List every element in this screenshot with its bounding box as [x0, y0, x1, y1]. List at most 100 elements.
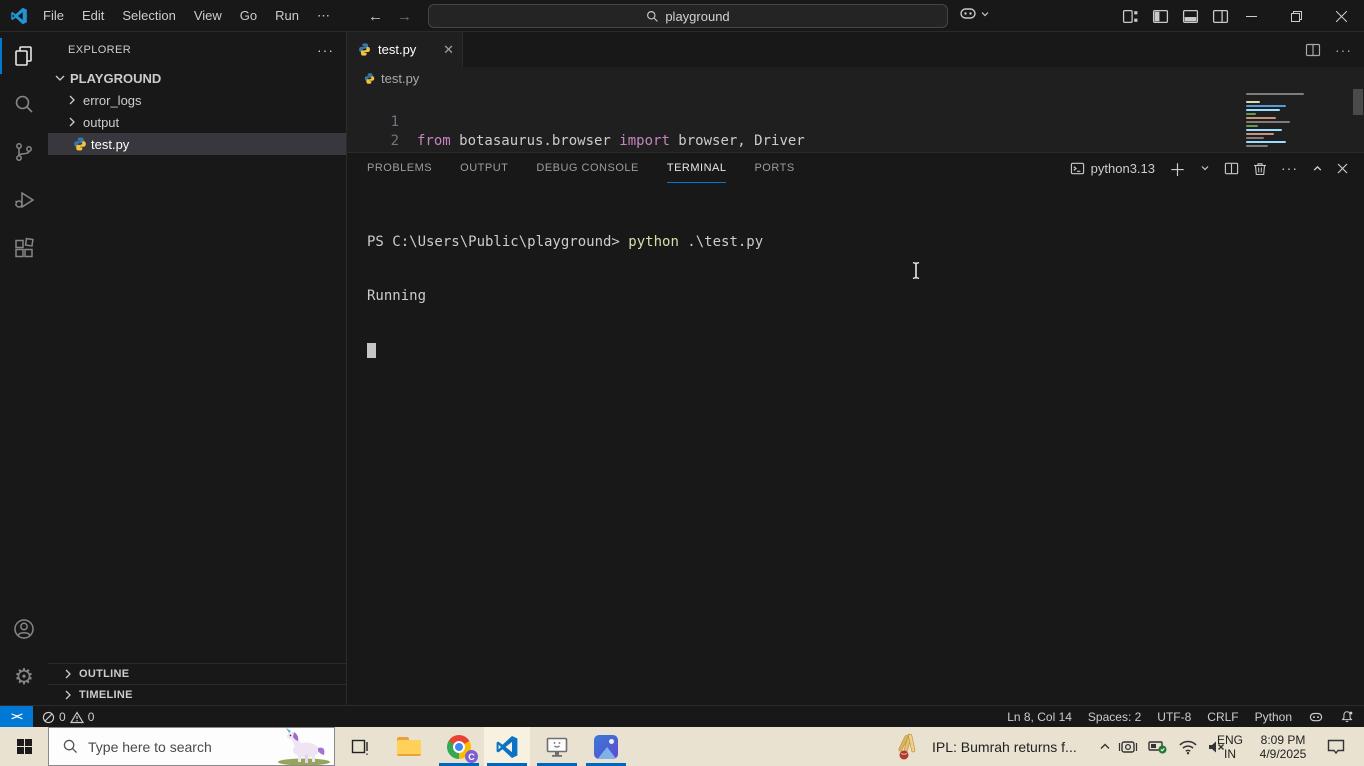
copilot-status-icon[interactable] — [1308, 711, 1324, 724]
terminal-line-3 — [367, 341, 763, 359]
chrome-button[interactable]: C — [436, 727, 482, 766]
tab-test-py[interactable]: test.py ✕ — [347, 32, 463, 67]
action-center-button[interactable] — [1316, 727, 1356, 766]
sidebar-title: EXPLORER — [68, 44, 131, 56]
news-widget[interactable]: IPL: Bumrah returns f... — [896, 727, 1077, 766]
language-code: ENG — [1217, 733, 1243, 747]
settings-button[interactable]: ⚙ — [0, 653, 48, 701]
account-button[interactable] — [0, 605, 48, 653]
photos-icon — [594, 735, 618, 759]
chevron-down-icon — [980, 9, 990, 19]
python-file-icon — [357, 42, 372, 57]
title-bar: File Edit Selection View Go Run ⋯ ← → pl… — [0, 0, 1364, 32]
eol-sequence[interactable]: CRLF — [1207, 710, 1238, 724]
problems-status[interactable]: 0 0 — [42, 706, 94, 728]
menu-edit[interactable]: Edit — [73, 0, 113, 32]
menu-selection[interactable]: Selection — [113, 0, 184, 32]
copilot-menu[interactable] — [958, 6, 990, 22]
encoding[interactable]: UTF-8 — [1157, 710, 1191, 724]
restore-button[interactable] — [1274, 0, 1319, 32]
chevron-down-icon[interactable] — [1200, 163, 1210, 173]
files-icon — [12, 44, 36, 68]
menu-run[interactable]: Run — [266, 0, 308, 32]
security-tray-icon[interactable] — [1147, 738, 1169, 756]
command-center-search[interactable]: playground — [428, 4, 948, 28]
remote-icon: >< — [11, 711, 22, 723]
sidebar-more-actions[interactable]: ··· — [317, 42, 334, 58]
extensions-icon — [12, 236, 36, 260]
new-terminal-icon[interactable]: ＋ — [1169, 156, 1186, 181]
language-mode[interactable]: Python — [1255, 710, 1292, 724]
remote-viewer-button[interactable] — [534, 727, 580, 766]
tree-item-output[interactable]: output — [48, 111, 346, 133]
tab-debug-console[interactable]: DEBUG CONSOLE — [536, 153, 638, 183]
menu-go[interactable]: Go — [231, 0, 266, 32]
activity-run-debug[interactable] — [0, 176, 48, 224]
vscode-taskbar-button[interactable] — [484, 727, 530, 766]
terminal-line-1: PS C:\Users\Public\playground> python .\… — [367, 233, 763, 251]
warning-count: 0 — [88, 710, 95, 724]
tray-overflow-button[interactable] — [1094, 727, 1116, 766]
minimize-button[interactable] — [1229, 0, 1274, 32]
activity-explorer[interactable] — [0, 32, 48, 80]
tree-root-playground[interactable]: PLAYGROUND — [48, 67, 346, 89]
close-button[interactable] — [1319, 0, 1364, 32]
tab-close-icon[interactable]: ✕ — [443, 42, 454, 58]
chevron-right-icon — [64, 92, 80, 108]
activity-source-control[interactable] — [0, 128, 48, 176]
terminal-shell-selector[interactable]: python3.13 — [1070, 161, 1155, 176]
terminal-output[interactable]: PS C:\Users\Public\playground> python .\… — [367, 197, 763, 395]
outline-section[interactable]: OUTLINE — [48, 663, 346, 684]
tab-ports[interactable]: PORTS — [754, 153, 794, 183]
screen-capture-tray-icon[interactable] — [1118, 738, 1138, 756]
toggle-panel-icon[interactable] — [1182, 8, 1199, 25]
monitor-app-icon — [544, 735, 570, 759]
split-editor-icon[interactable] — [1305, 42, 1321, 58]
activity-extensions[interactable] — [0, 224, 48, 272]
language-indicator[interactable]: ENG IN — [1210, 727, 1250, 766]
toggle-primary-sidebar-icon[interactable] — [1152, 8, 1169, 25]
notifications-bell-icon[interactable] — [1340, 710, 1354, 724]
breadcrumb[interactable]: test.py — [347, 67, 1364, 89]
cursor-position[interactable]: Ln 8, Col 14 — [1007, 710, 1072, 724]
start-button[interactable] — [0, 727, 48, 766]
code-line-1: 1 from botasaurus.browser import browser… — [347, 94, 1364, 113]
menu-overflow[interactable]: ⋯ — [308, 0, 339, 32]
kill-terminal-trash-icon[interactable] — [1253, 161, 1267, 176]
close-panel-icon[interactable] — [1337, 163, 1348, 174]
error-count: 0 — [59, 710, 66, 724]
back-arrow-icon[interactable]: ← — [368, 8, 383, 25]
indentation[interactable]: Spaces: 2 — [1088, 710, 1141, 724]
maximize-panel-icon[interactable] — [1312, 163, 1323, 174]
taskbar-search[interactable]: Type here to search — [48, 727, 335, 766]
tab-problems[interactable]: PROBLEMS — [367, 153, 432, 183]
panel-actions: python3.13 ＋ ··· — [1070, 153, 1348, 183]
minimap[interactable] — [1246, 93, 1338, 151]
task-view-icon — [349, 738, 369, 756]
editor-scrollbar-thumb[interactable] — [1353, 89, 1363, 115]
timeline-section[interactable]: TIMELINE — [48, 684, 346, 705]
news-headline: IPL: Bumrah returns f... — [932, 739, 1077, 755]
python-file-icon — [363, 72, 376, 85]
history-nav: ← → — [368, 0, 412, 32]
remote-indicator[interactable]: >< — [0, 706, 33, 728]
tree-item-error-logs[interactable]: error_logs — [48, 89, 346, 111]
tree-item-test-py[interactable]: test.py — [48, 133, 346, 155]
panel-more-actions[interactable]: ··· — [1281, 160, 1298, 176]
forward-arrow-icon[interactable]: → — [397, 8, 412, 25]
activity-search[interactable] — [0, 80, 48, 128]
wifi-tray-icon[interactable] — [1178, 739, 1198, 755]
photos-button[interactable] — [583, 727, 629, 766]
file-explorer-button[interactable] — [386, 727, 432, 766]
run-debug-icon — [12, 188, 36, 212]
editor-more-actions[interactable]: ··· — [1335, 42, 1352, 58]
task-view-button[interactable] — [336, 727, 382, 766]
menu-view[interactable]: View — [185, 0, 231, 32]
tab-terminal[interactable]: TERMINAL — [667, 153, 727, 183]
toggle-secondary-sidebar-icon[interactable] — [1212, 8, 1229, 25]
customize-layout-icon[interactable] — [1122, 8, 1139, 25]
tab-output[interactable]: OUTPUT — [460, 153, 508, 183]
clock[interactable]: 8:09 PM 4/9/2025 — [1250, 727, 1316, 766]
split-terminal-icon[interactable] — [1224, 161, 1239, 176]
menu-file[interactable]: File — [34, 0, 73, 32]
